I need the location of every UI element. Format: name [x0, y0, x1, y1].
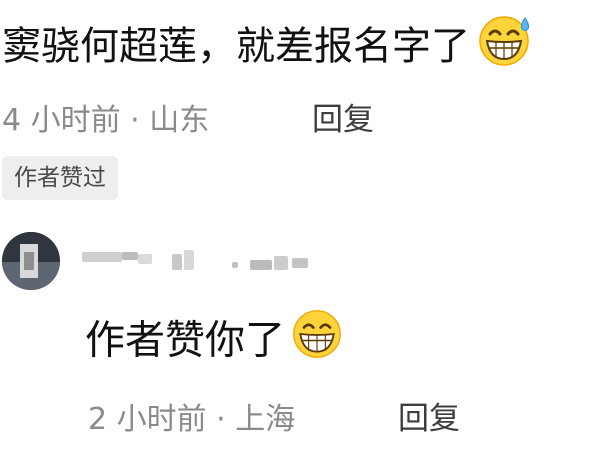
blurred-username[interactable] [82, 242, 322, 276]
reply-to-reply-button[interactable]: 回复 [398, 393, 460, 438]
avatar[interactable] [2, 232, 60, 290]
comment-text: 窦骁何超莲，就差报名字了 [2, 24, 471, 70]
reply-button[interactable]: 回复 [312, 94, 374, 139]
reply-text: 作者赞你了 [85, 317, 285, 364]
comment-thread: 窦骁何超莲，就差报名字了 4 小时前 · 山东 回复 作者赞过 作者赞你了 2 … [0, 0, 600, 450]
grinning-emoji-icon [291, 308, 343, 377]
comment-body: 窦骁何超莲，就差报名字了 [2, 12, 532, 86]
reply-meta: 2 小时前 · 上海 [88, 402, 296, 437]
grinning-sweat-emoji-icon [476, 12, 532, 86]
comment-meta: 4 小时前 · 山东 [2, 103, 210, 138]
reply-body: 作者赞你了 [85, 308, 343, 377]
author-liked-badge: 作者赞过 [2, 156, 118, 200]
